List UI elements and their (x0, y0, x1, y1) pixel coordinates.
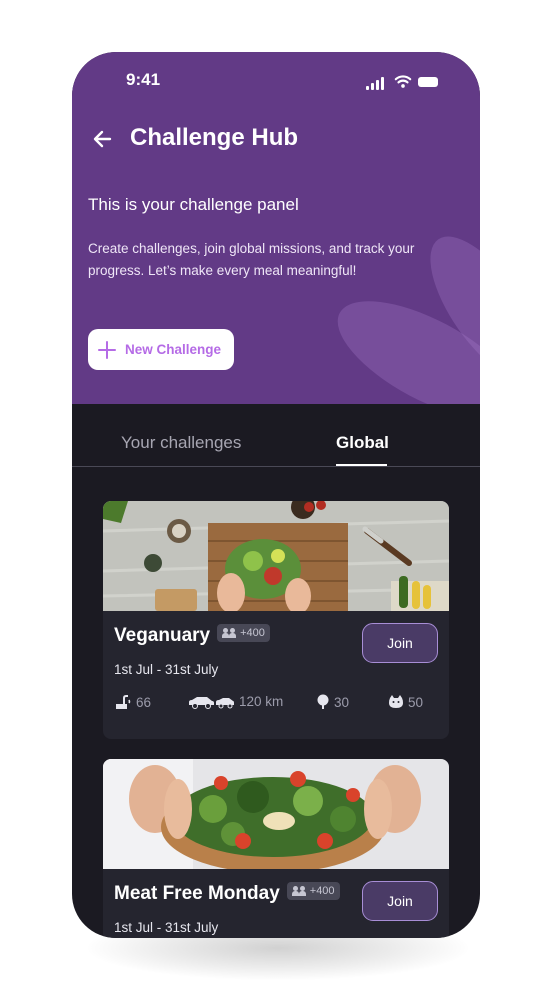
challenge-image (103, 759, 449, 869)
challenge-stats: 66 120 km 30 50 (103, 694, 449, 714)
new-challenge-button[interactable]: New Challenge (88, 329, 234, 370)
new-challenge-label: New Challenge (125, 342, 222, 357)
challenge-dates: 1st Jul - 31st July (114, 662, 219, 677)
challenge-title-text: Meat Free Monday (114, 883, 280, 904)
back-arrow-icon[interactable] (90, 126, 116, 152)
challenge-image (103, 501, 449, 611)
tree-icon (317, 694, 329, 709)
battery-icon (418, 77, 438, 87)
tab-your-challenges[interactable]: Your challenges (121, 433, 241, 453)
plus-icon (98, 340, 116, 359)
animal-icon (389, 695, 403, 708)
water-value: 66 (136, 694, 152, 710)
challenge-card-veganuary[interactable]: Veganuary +400 1st Jul - 31st July Join 6… (103, 501, 449, 739)
challenge-card-meat-free-monday[interactable]: Meat Free Monday +400 1st Jul - 31st July… (103, 759, 449, 938)
water-icon (116, 695, 131, 709)
challenge-title: Meat Free Monday +400 (114, 882, 340, 905)
active-tab-indicator (336, 464, 387, 466)
status-time: 9:41 (126, 70, 161, 89)
people-icon (291, 886, 306, 896)
animals-value: 50 (408, 694, 424, 710)
join-button[interactable]: Join (362, 623, 438, 663)
water-stat: 66 (114, 694, 151, 710)
challenge-header: 9:41 Challenge Hub This is your challeng… (72, 52, 480, 404)
participants-badge: +400 (286, 882, 340, 900)
trees-stat: 30 (316, 694, 349, 710)
phone-frame: 9:41 Challenge Hub This is your challeng… (72, 52, 480, 938)
animals-stat: 50 (388, 694, 423, 710)
panel-subtitle: This is your challenge panel (88, 195, 299, 214)
car-icon (189, 696, 234, 709)
distance-value: 120 km (239, 694, 284, 709)
challenge-dates: 1st Jul - 31st July (114, 920, 219, 935)
challenge-tabs: Your challenges Global (72, 404, 480, 467)
wifi-icon (394, 75, 412, 88)
participants-badge: +400 (217, 624, 270, 642)
people-icon (222, 628, 237, 638)
distance-stat: 120 km (188, 694, 283, 709)
participants-count: +400 (309, 885, 335, 897)
page-title: Challenge Hub (130, 124, 299, 151)
trees-value: 30 (334, 694, 350, 710)
status-icons (366, 75, 446, 90)
panel-description: Create challenges, join global missions,… (88, 241, 415, 278)
participants-count: +400 (240, 627, 265, 639)
tab-global[interactable]: Global (336, 433, 389, 453)
challenge-title: Veganuary +400 (114, 624, 270, 647)
join-button[interactable]: Join (362, 881, 438, 921)
challenge-title-text: Veganuary (114, 625, 211, 646)
